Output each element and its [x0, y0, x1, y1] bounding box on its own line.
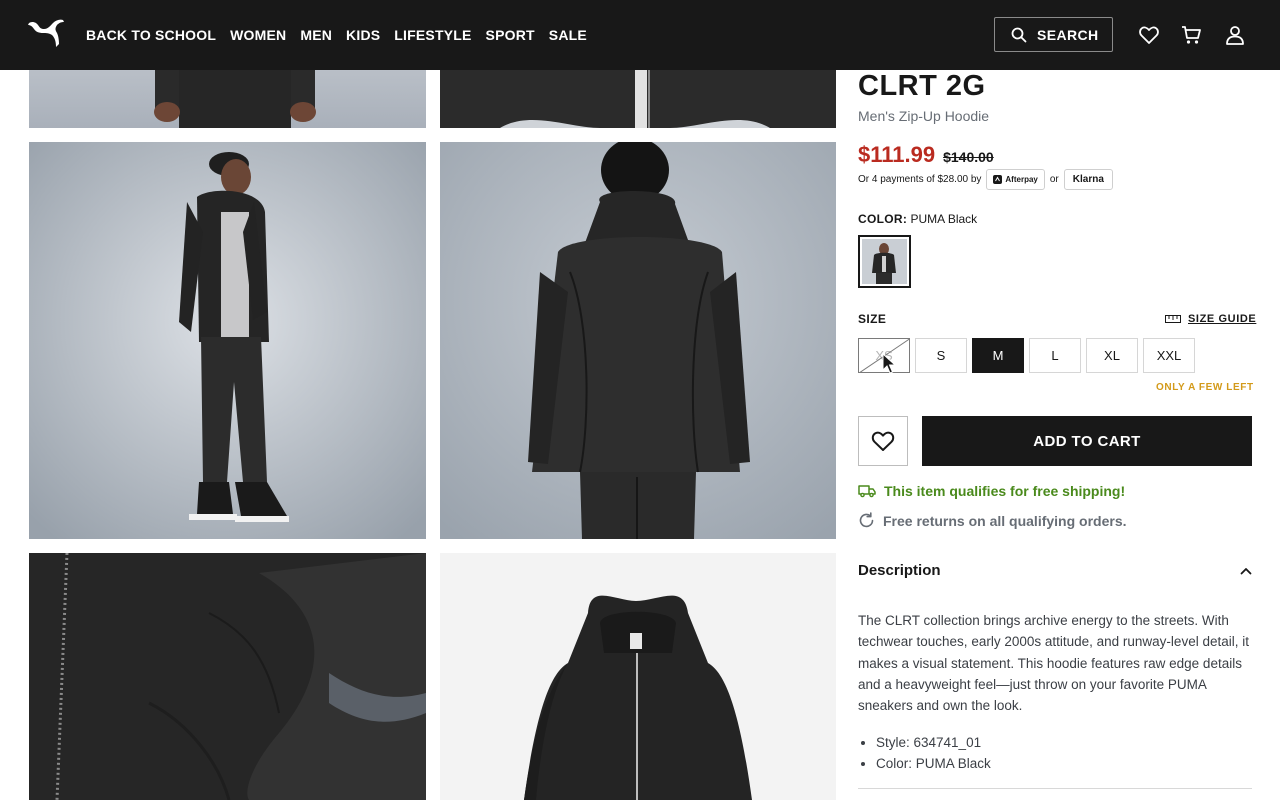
chevron-up-icon: [1240, 567, 1252, 574]
puma-logo-icon[interactable]: [26, 17, 66, 51]
klarna-badge[interactable]: Klarna: [1063, 169, 1113, 190]
search-icon: [1011, 27, 1027, 42]
product-image-flat-front[interactable]: [440, 553, 836, 800]
product-image-hoodie-zip[interactable]: [440, 70, 836, 128]
description-details-list: Style: 634741_01 Color: PUMA Black: [876, 732, 991, 775]
return-arrow-icon: [859, 512, 874, 528]
size-option-l[interactable]: L: [1029, 338, 1081, 373]
nav-lifestyle[interactable]: LIFESTYLE: [394, 27, 471, 43]
product-image-model-back[interactable]: [440, 142, 836, 539]
original-price: $140.00: [943, 149, 994, 165]
size-option-xl[interactable]: XL: [1086, 338, 1138, 373]
sale-price: $111.99: [858, 142, 936, 167]
heart-icon: [871, 431, 895, 451]
color-detail: Color: PUMA Black: [876, 753, 991, 774]
description-accordion-toggle[interactable]: Description: [858, 562, 1252, 579]
nav-men[interactable]: MEN: [300, 27, 332, 43]
klarna-label: Klarna: [1072, 174, 1104, 185]
product-image-model-side[interactable]: [29, 142, 426, 539]
size-option-m[interactable]: M: [972, 338, 1024, 373]
heart-icon[interactable]: [1138, 24, 1160, 46]
nav-back-to-school[interactable]: BACK TO SCHOOL: [86, 27, 216, 43]
size-guide-link[interactable]: SIZE GUIDE: [1165, 313, 1256, 325]
nav-sport[interactable]: SPORT: [486, 27, 535, 43]
description-text: The CLRT collection brings archive energ…: [858, 613, 1249, 714]
free-shipping-note: This item qualifies for free shipping!: [858, 483, 1125, 499]
product-image-model-front[interactable]: [29, 70, 426, 128]
nav-women[interactable]: WOMEN: [230, 27, 286, 43]
add-to-cart-button[interactable]: ADD TO CART: [922, 416, 1252, 466]
size-option-xxl[interactable]: XXL: [1143, 338, 1195, 373]
installments-text: Or 4 payments of $28.00 by: [858, 174, 982, 185]
stock-status: ONLY A FEW LEFT: [1156, 382, 1254, 393]
account-icon[interactable]: [1224, 24, 1246, 46]
size-option-s[interactable]: S: [915, 338, 967, 373]
delivery-truck-icon: [858, 485, 876, 498]
cart-icon[interactable]: [1180, 24, 1202, 46]
free-returns-text: Free returns on all qualifying orders.: [883, 512, 1127, 529]
color-value: PUMA Black: [910, 212, 978, 226]
style-number: Style: 634741_01: [876, 732, 991, 753]
color-label: COLOR:: [858, 212, 908, 226]
description-heading: Description: [858, 562, 941, 579]
color-row: COLOR: PUMA Black: [858, 212, 977, 226]
nav-kids[interactable]: KIDS: [346, 27, 380, 43]
size-label: SIZE: [858, 312, 887, 326]
afterpay-logo-icon: [993, 175, 1003, 184]
price-row: $111.99 $140.00: [858, 142, 994, 168]
search-button[interactable]: SEARCH: [994, 17, 1113, 52]
product-image-detail-closeup[interactable]: [29, 553, 426, 800]
product-title: CLRT 2G: [858, 70, 986, 102]
mouse-pointer-icon: [882, 353, 896, 374]
ruler-icon: [1165, 315, 1181, 323]
product-subtitle: Men's Zip-Up Hoodie: [858, 108, 990, 124]
swatch-thumbnail: [862, 239, 907, 284]
installments-row: Or 4 payments of $28.00 by Afterpay or K…: [858, 169, 1113, 190]
afterpay-badge[interactable]: Afterpay: [986, 169, 1045, 190]
free-shipping-text: This item qualifies for free shipping!: [884, 483, 1126, 499]
section-divider: [858, 788, 1252, 789]
free-returns-note: Free returns on all qualifying orders.: [858, 512, 1127, 529]
main-nav: BACK TO SCHOOL WOMEN MEN KIDS LIFESTYLE …: [86, 0, 587, 70]
top-navigation-bar: BACK TO SCHOOL WOMEN MEN KIDS LIFESTYLE …: [0, 0, 1280, 70]
nav-sale[interactable]: SALE: [549, 27, 587, 43]
size-guide-label: SIZE GUIDE: [1188, 313, 1257, 325]
search-label: SEARCH: [1037, 26, 1099, 43]
size-selector: XS S M L XL XXL: [858, 338, 1195, 373]
afterpay-label: Afterpay: [1005, 175, 1038, 184]
color-swatch-puma-black[interactable]: [858, 235, 911, 288]
or-text: or: [1049, 174, 1059, 185]
add-to-wishlist-button[interactable]: [858, 416, 908, 466]
